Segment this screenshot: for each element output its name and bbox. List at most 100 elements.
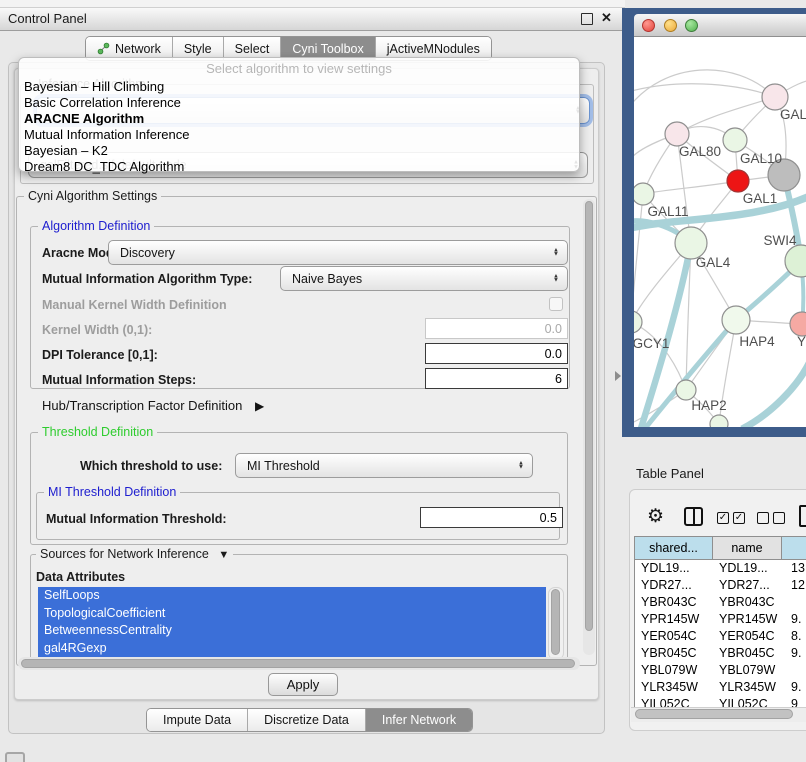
cell: YDR27...: [713, 578, 782, 595]
cell: YDR27...: [635, 578, 713, 595]
column-header-label: shared...: [649, 541, 698, 555]
dropdown-item[interactable]: Basic Correlation Inference: [19, 95, 579, 111]
dropdown-item[interactable]: Bayesian – Hill Climbing: [19, 79, 579, 95]
zoom-traffic-light-icon[interactable]: [685, 19, 698, 32]
disclosure-down-icon: ▼: [218, 549, 229, 561]
which-threshold-combo[interactable]: MI Threshold ▲▼: [235, 453, 533, 478]
cell: YDL19...: [713, 561, 782, 578]
mi-threshold-label: Mutual Information Threshold:: [46, 512, 227, 526]
table-row[interactable]: YBR043CYBR043C: [635, 595, 806, 612]
cyni-algorithm-settings-title: Cyni Algorithm Settings: [24, 189, 161, 203]
cell: [782, 663, 806, 680]
cell: 9.: [782, 612, 806, 629]
node-gal1-red[interactable]: [727, 170, 749, 192]
node-gal80[interactable]: [665, 122, 689, 146]
checked-checkbox-icon[interactable]: ✓: [733, 512, 745, 524]
node-hap4[interactable]: [722, 306, 750, 334]
tab-label: Impute Data: [163, 713, 231, 727]
column-header-shared-name[interactable]: shared...: [635, 537, 713, 560]
combo-arrows-icon: ▲▼: [553, 274, 559, 283]
close-traffic-light-icon[interactable]: [642, 19, 655, 32]
cell: [782, 595, 806, 612]
cell: 13: [782, 561, 806, 578]
unchecked-checkbox-icon[interactable]: [757, 512, 769, 524]
attribute-item[interactable]: SelfLoops: [38, 587, 546, 605]
node-label: Y: [797, 334, 806, 349]
apply-button[interactable]: Apply: [268, 673, 338, 696]
node-hap2[interactable]: [676, 380, 696, 400]
dropdown-placeholder: Select algorithm to view settings: [19, 58, 579, 79]
new-table-icon[interactable]: [799, 505, 806, 527]
node-salmon[interactable]: [790, 312, 806, 336]
checked-checkbox-icon[interactable]: ✓: [717, 512, 729, 524]
sources-group-title[interactable]: Sources for Network Inference ▼: [36, 547, 233, 561]
dropdown-item[interactable]: Mutual Information Inference: [19, 127, 579, 143]
cell: YLR345W: [635, 680, 713, 697]
node-label: GAL11: [647, 204, 688, 219]
hub-definition-disclosure[interactable]: Hub/Transcription Factor Definition ▶: [42, 398, 264, 413]
attribute-item[interactable]: TopologicalCoefficient: [38, 605, 546, 623]
table-row[interactable]: YPR145WYPR145W9.: [635, 612, 806, 629]
network-canvas[interactable]: GAL GAL80 GAL10 GAL1 GAL11 GAL4 SWI4 GCY…: [634, 37, 806, 427]
mi-threshold-field[interactable]: [420, 507, 563, 528]
dropdown-item-selected[interactable]: ARACNE Algorithm: [19, 111, 579, 127]
column-header-partial[interactable]: [782, 537, 806, 560]
gear-icon[interactable]: ⚙: [647, 505, 664, 528]
tab-label: Network: [115, 42, 161, 56]
dropdown-item[interactable]: Dream8 DC_TDC Algorithm: [19, 159, 579, 175]
mi-steps-field[interactable]: [425, 368, 568, 389]
node-label: GAL10: [740, 151, 782, 166]
network-view[interactable]: GAL GAL80 GAL10 GAL1 GAL11 GAL4 SWI4 GCY…: [634, 37, 806, 427]
node-label: GAL1: [743, 191, 778, 206]
close-icon[interactable]: ✕: [599, 10, 614, 26]
network-window-titlebar[interactable]: [634, 14, 806, 37]
apply-button-label: Apply: [287, 677, 320, 692]
column-header-name[interactable]: name: [713, 537, 782, 560]
cell: YBR045C: [713, 646, 782, 663]
attribute-list-scrollbar-thumb[interactable]: [551, 589, 560, 655]
table-row[interactable]: YDL19...YDL19...13: [635, 561, 806, 578]
cell: YBR043C: [635, 595, 713, 612]
sources-title-text: Sources for Network Inference: [40, 547, 209, 561]
cell: YPR145W: [635, 612, 713, 629]
attribute-item[interactable]: BetweennessCentrality: [38, 622, 546, 640]
node-gal10[interactable]: [723, 128, 747, 152]
tab-infer-network[interactable]: Infer Network: [366, 709, 472, 731]
minimize-traffic-light-icon[interactable]: [664, 19, 677, 32]
table-row[interactable]: YLR345WYLR345W9.: [635, 680, 806, 697]
mi-algorithm-type-combo[interactable]: Naive Bayes ▲▼: [280, 266, 568, 291]
settings-vertical-scrollbar-thumb[interactable]: [585, 201, 593, 631]
table-row[interactable]: YDR27...YDR27...12: [635, 578, 806, 595]
tab-impute-data[interactable]: Impute Data: [147, 709, 248, 731]
unchecked-checkbox-icon[interactable]: [773, 512, 785, 524]
node-bottom-small[interactable]: [710, 415, 728, 427]
cell: YLR345W: [713, 680, 782, 697]
tab-label: jActiveMNodules: [387, 42, 480, 56]
node-gcy1[interactable]: [634, 311, 642, 333]
column-header-label: name: [731, 541, 762, 555]
collapsed-panel-button[interactable]: [5, 752, 25, 762]
combo-arrows-icon: ▲▼: [553, 248, 559, 257]
control-panel-titlebar: Control Panel ✕: [0, 7, 625, 31]
dpi-tolerance-field[interactable]: [425, 343, 568, 364]
split-columns-icon[interactable]: [684, 507, 703, 526]
node-label: SWI4: [763, 233, 796, 248]
cell: 9.: [782, 646, 806, 663]
tab-label: Cyni Toolbox: [292, 42, 363, 56]
aracne-mode-combo[interactable]: Discovery ▲▼: [108, 240, 568, 265]
float-window-icon[interactable]: [581, 13, 593, 25]
table-row[interactable]: YER054CYER054C8.: [635, 629, 806, 646]
table-horizontal-scrollbar-thumb[interactable]: [635, 709, 793, 719]
attribute-item[interactable]: gal4RGexp: [38, 640, 546, 658]
threshold-definition-title: Threshold Definition: [38, 425, 157, 439]
table-row[interactable]: YBL079WYBL079W: [635, 663, 806, 680]
node-gal11[interactable]: [634, 183, 654, 205]
table-row[interactable]: YBR045CYBR045C9.: [635, 646, 806, 663]
cell: YBL079W: [635, 663, 713, 680]
settings-horizontal-scrollbar-thumb[interactable]: [21, 659, 575, 668]
algorithm-dropdown-popup: Select algorithm to view settings Bayesi…: [18, 57, 580, 172]
panel-splitter-grip[interactable]: [615, 371, 621, 381]
dropdown-item[interactable]: Bayesian – K2: [19, 143, 579, 159]
tab-discretize-data[interactable]: Discretize Data: [248, 709, 366, 731]
cell: 9.: [782, 680, 806, 697]
